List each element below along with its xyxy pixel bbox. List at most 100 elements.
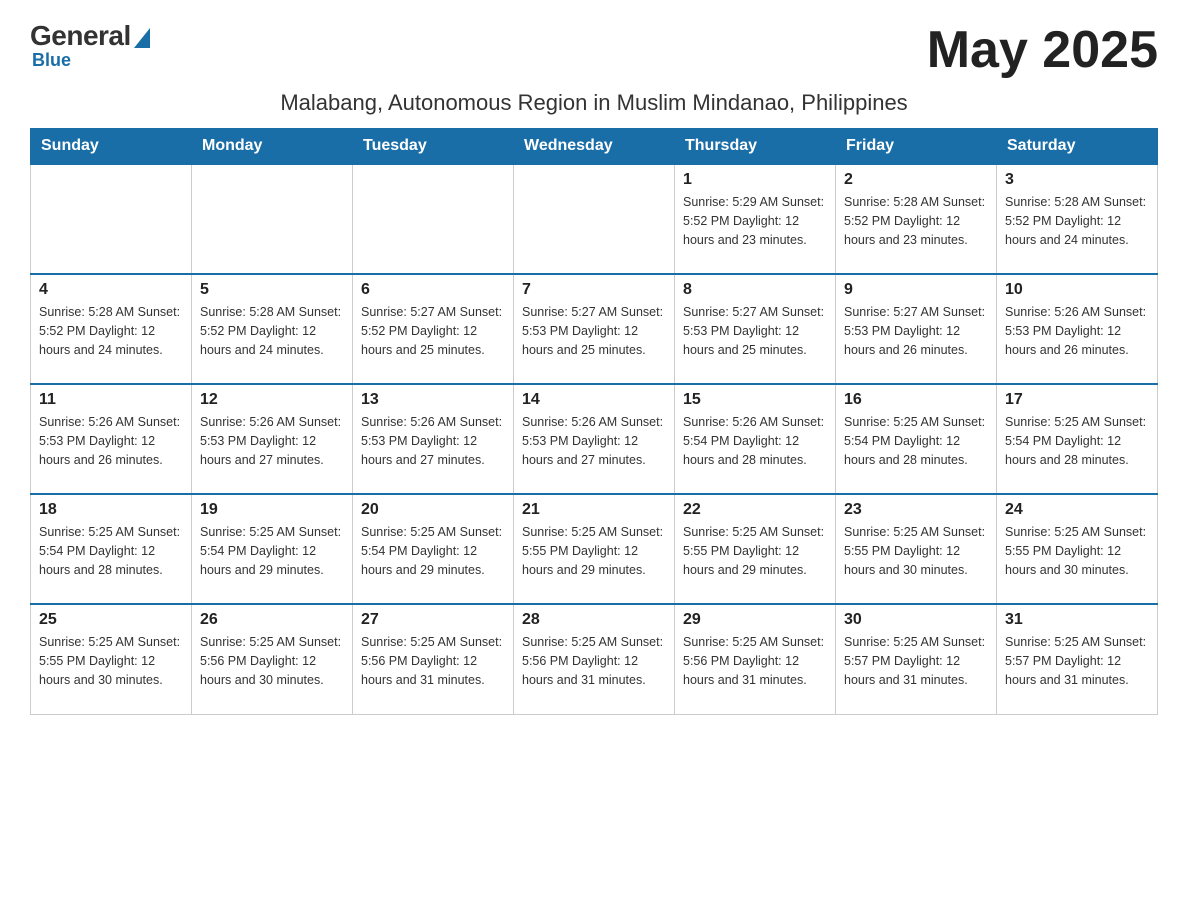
day-info: Sunrise: 5:26 AM Sunset: 5:54 PM Dayligh… — [683, 413, 827, 469]
calendar-table: Sunday Monday Tuesday Wednesday Thursday… — [30, 128, 1158, 715]
calendar-cell: 30 Sunrise: 5:25 AM Sunset: 5:57 PM Dayli… — [836, 604, 997, 714]
weekday-header-row: Sunday Monday Tuesday Wednesday Thursday… — [31, 129, 1158, 165]
calendar-cell: 17Sunrise: 5:25 AM Sunset: 5:54 PM Dayli… — [997, 384, 1158, 494]
day-number: 7 — [522, 281, 666, 299]
day-info: Sunrise: 5:26 AM Sunset: 5:53 PM Dayligh… — [522, 413, 666, 469]
day-number: 29 — [683, 611, 827, 629]
day-info: Sunrise: 5:26 AM Sunset: 5:53 PM Dayligh… — [200, 413, 344, 469]
day-number: 16 — [844, 391, 988, 409]
calendar-cell: 31 Sunrise: 5:25 AM Sunset: 5:57 PM Dayli… — [997, 604, 1158, 714]
logo-triangle-icon — [134, 28, 150, 48]
day-number: 11 — [39, 391, 183, 409]
calendar-cell: 19 Sunrise: 5:25 AM Sunset: 5:54 PM Dayli… — [192, 494, 353, 604]
day-number: 1 — [683, 171, 827, 189]
month-year-title: May 2025 — [927, 20, 1158, 80]
day-number: 22 — [683, 501, 827, 519]
col-friday: Friday — [836, 129, 997, 165]
day-number: 24 — [1005, 501, 1149, 519]
calendar-cell — [353, 164, 514, 274]
logo-blue-text: Blue — [32, 50, 71, 71]
day-number: 2 — [844, 171, 988, 189]
week-row-1: 1 Sunrise: 5:29 AM Sunset: 5:52 PM Daylig… — [31, 164, 1158, 274]
day-info: Sunrise: 5:25 AM Sunset: 5:55 PM Dayligh… — [1005, 523, 1149, 579]
calendar-cell: 4 Sunrise: 5:28 AM Sunset: 5:52 PM Daylig… — [31, 274, 192, 384]
calendar-cell: 27Sunrise: 5:25 AM Sunset: 5:56 PM Dayli… — [353, 604, 514, 714]
day-info: Sunrise: 5:25 AM Sunset: 5:56 PM Dayligh… — [522, 633, 666, 689]
calendar-cell: 8 Sunrise: 5:27 AM Sunset: 5:53 PM Daylig… — [675, 274, 836, 384]
day-number: 18 — [39, 501, 183, 519]
calendar-cell: 14Sunrise: 5:26 AM Sunset: 5:53 PM Dayli… — [514, 384, 675, 494]
calendar-cell: 3Sunrise: 5:28 AM Sunset: 5:52 PM Daylig… — [997, 164, 1158, 274]
day-number: 12 — [200, 391, 344, 409]
calendar-cell: 24 Sunrise: 5:25 AM Sunset: 5:55 PM Dayli… — [997, 494, 1158, 604]
calendar-cell: 20 Sunrise: 5:25 AM Sunset: 5:54 PM Dayli… — [353, 494, 514, 604]
week-row-3: 11 Sunrise: 5:26 AM Sunset: 5:53 PM Dayli… — [31, 384, 1158, 494]
day-number: 19 — [200, 501, 344, 519]
day-info: Sunrise: 5:29 AM Sunset: 5:52 PM Dayligh… — [683, 193, 827, 249]
day-number: 20 — [361, 501, 505, 519]
col-sunday: Sunday — [31, 129, 192, 165]
page-header: General Blue May 2025 — [30, 20, 1158, 80]
calendar-cell: 23Sunrise: 5:25 AM Sunset: 5:55 PM Dayli… — [836, 494, 997, 604]
col-tuesday: Tuesday — [353, 129, 514, 165]
day-info: Sunrise: 5:25 AM Sunset: 5:54 PM Dayligh… — [200, 523, 344, 579]
col-thursday: Thursday — [675, 129, 836, 165]
day-number: 23 — [844, 501, 988, 519]
day-info: Sunrise: 5:25 AM Sunset: 5:56 PM Dayligh… — [361, 633, 505, 689]
day-info: Sunrise: 5:27 AM Sunset: 5:53 PM Dayligh… — [683, 303, 827, 359]
calendar-cell — [192, 164, 353, 274]
day-info: Sunrise: 5:28 AM Sunset: 5:52 PM Dayligh… — [844, 193, 988, 249]
calendar-cell: 11 Sunrise: 5:26 AM Sunset: 5:53 PM Dayli… — [31, 384, 192, 494]
day-info: Sunrise: 5:25 AM Sunset: 5:54 PM Dayligh… — [1005, 413, 1149, 469]
day-info: Sunrise: 5:25 AM Sunset: 5:56 PM Dayligh… — [200, 633, 344, 689]
day-info: Sunrise: 5:27 AM Sunset: 5:53 PM Dayligh… — [522, 303, 666, 359]
day-number: 5 — [200, 281, 344, 299]
day-number: 15 — [683, 391, 827, 409]
day-info: Sunrise: 5:25 AM Sunset: 5:54 PM Dayligh… — [361, 523, 505, 579]
day-number: 10 — [1005, 281, 1149, 299]
day-number: 9 — [844, 281, 988, 299]
day-info: Sunrise: 5:25 AM Sunset: 5:55 PM Dayligh… — [522, 523, 666, 579]
day-info: Sunrise: 5:25 AM Sunset: 5:57 PM Dayligh… — [1005, 633, 1149, 689]
day-info: Sunrise: 5:28 AM Sunset: 5:52 PM Dayligh… — [200, 303, 344, 359]
day-number: 8 — [683, 281, 827, 299]
col-saturday: Saturday — [997, 129, 1158, 165]
day-number: 6 — [361, 281, 505, 299]
day-info: Sunrise: 5:27 AM Sunset: 5:53 PM Dayligh… — [844, 303, 988, 359]
col-wednesday: Wednesday — [514, 129, 675, 165]
day-info: Sunrise: 5:27 AM Sunset: 5:52 PM Dayligh… — [361, 303, 505, 359]
calendar-cell: 18 Sunrise: 5:25 AM Sunset: 5:54 PM Dayli… — [31, 494, 192, 604]
day-number: 4 — [39, 281, 183, 299]
calendar-cell: 9 Sunrise: 5:27 AM Sunset: 5:53 PM Daylig… — [836, 274, 997, 384]
day-info: Sunrise: 5:28 AM Sunset: 5:52 PM Dayligh… — [39, 303, 183, 359]
day-number: 28 — [522, 611, 666, 629]
calendar-cell — [514, 164, 675, 274]
day-info: Sunrise: 5:26 AM Sunset: 5:53 PM Dayligh… — [361, 413, 505, 469]
calendar-cell: 15 Sunrise: 5:26 AM Sunset: 5:54 PM Dayli… — [675, 384, 836, 494]
day-number: 30 — [844, 611, 988, 629]
day-info: Sunrise: 5:25 AM Sunset: 5:54 PM Dayligh… — [844, 413, 988, 469]
day-number: 25 — [39, 611, 183, 629]
calendar-cell: 6 Sunrise: 5:27 AM Sunset: 5:52 PM Daylig… — [353, 274, 514, 384]
day-number: 13 — [361, 391, 505, 409]
calendar-cell: 26Sunrise: 5:25 AM Sunset: 5:56 PM Dayli… — [192, 604, 353, 714]
calendar-cell: 12 Sunrise: 5:26 AM Sunset: 5:53 PM Dayli… — [192, 384, 353, 494]
day-info: Sunrise: 5:25 AM Sunset: 5:55 PM Dayligh… — [39, 633, 183, 689]
location-title: Malabang, Autonomous Region in Muslim Mi… — [30, 90, 1158, 116]
calendar-cell: 7 Sunrise: 5:27 AM Sunset: 5:53 PM Daylig… — [514, 274, 675, 384]
calendar-cell: 10 Sunrise: 5:26 AM Sunset: 5:53 PM Dayli… — [997, 274, 1158, 384]
calendar-cell: 2 Sunrise: 5:28 AM Sunset: 5:52 PM Daylig… — [836, 164, 997, 274]
calendar-cell: 16 Sunrise: 5:25 AM Sunset: 5:54 PM Dayli… — [836, 384, 997, 494]
day-info: Sunrise: 5:26 AM Sunset: 5:53 PM Dayligh… — [1005, 303, 1149, 359]
col-monday: Monday — [192, 129, 353, 165]
week-row-2: 4 Sunrise: 5:28 AM Sunset: 5:52 PM Daylig… — [31, 274, 1158, 384]
week-row-5: 25 Sunrise: 5:25 AM Sunset: 5:55 PM Dayli… — [31, 604, 1158, 714]
day-info: Sunrise: 5:25 AM Sunset: 5:57 PM Dayligh… — [844, 633, 988, 689]
day-info: Sunrise: 5:28 AM Sunset: 5:52 PM Dayligh… — [1005, 193, 1149, 249]
day-info: Sunrise: 5:26 AM Sunset: 5:53 PM Dayligh… — [39, 413, 183, 469]
calendar-cell: 22 Sunrise: 5:25 AM Sunset: 5:55 PM Dayli… — [675, 494, 836, 604]
calendar-cell: 28 Sunrise: 5:25 AM Sunset: 5:56 PM Dayli… — [514, 604, 675, 714]
day-info: Sunrise: 5:25 AM Sunset: 5:54 PM Dayligh… — [39, 523, 183, 579]
day-info: Sunrise: 5:25 AM Sunset: 5:55 PM Dayligh… — [683, 523, 827, 579]
day-number: 31 — [1005, 611, 1149, 629]
